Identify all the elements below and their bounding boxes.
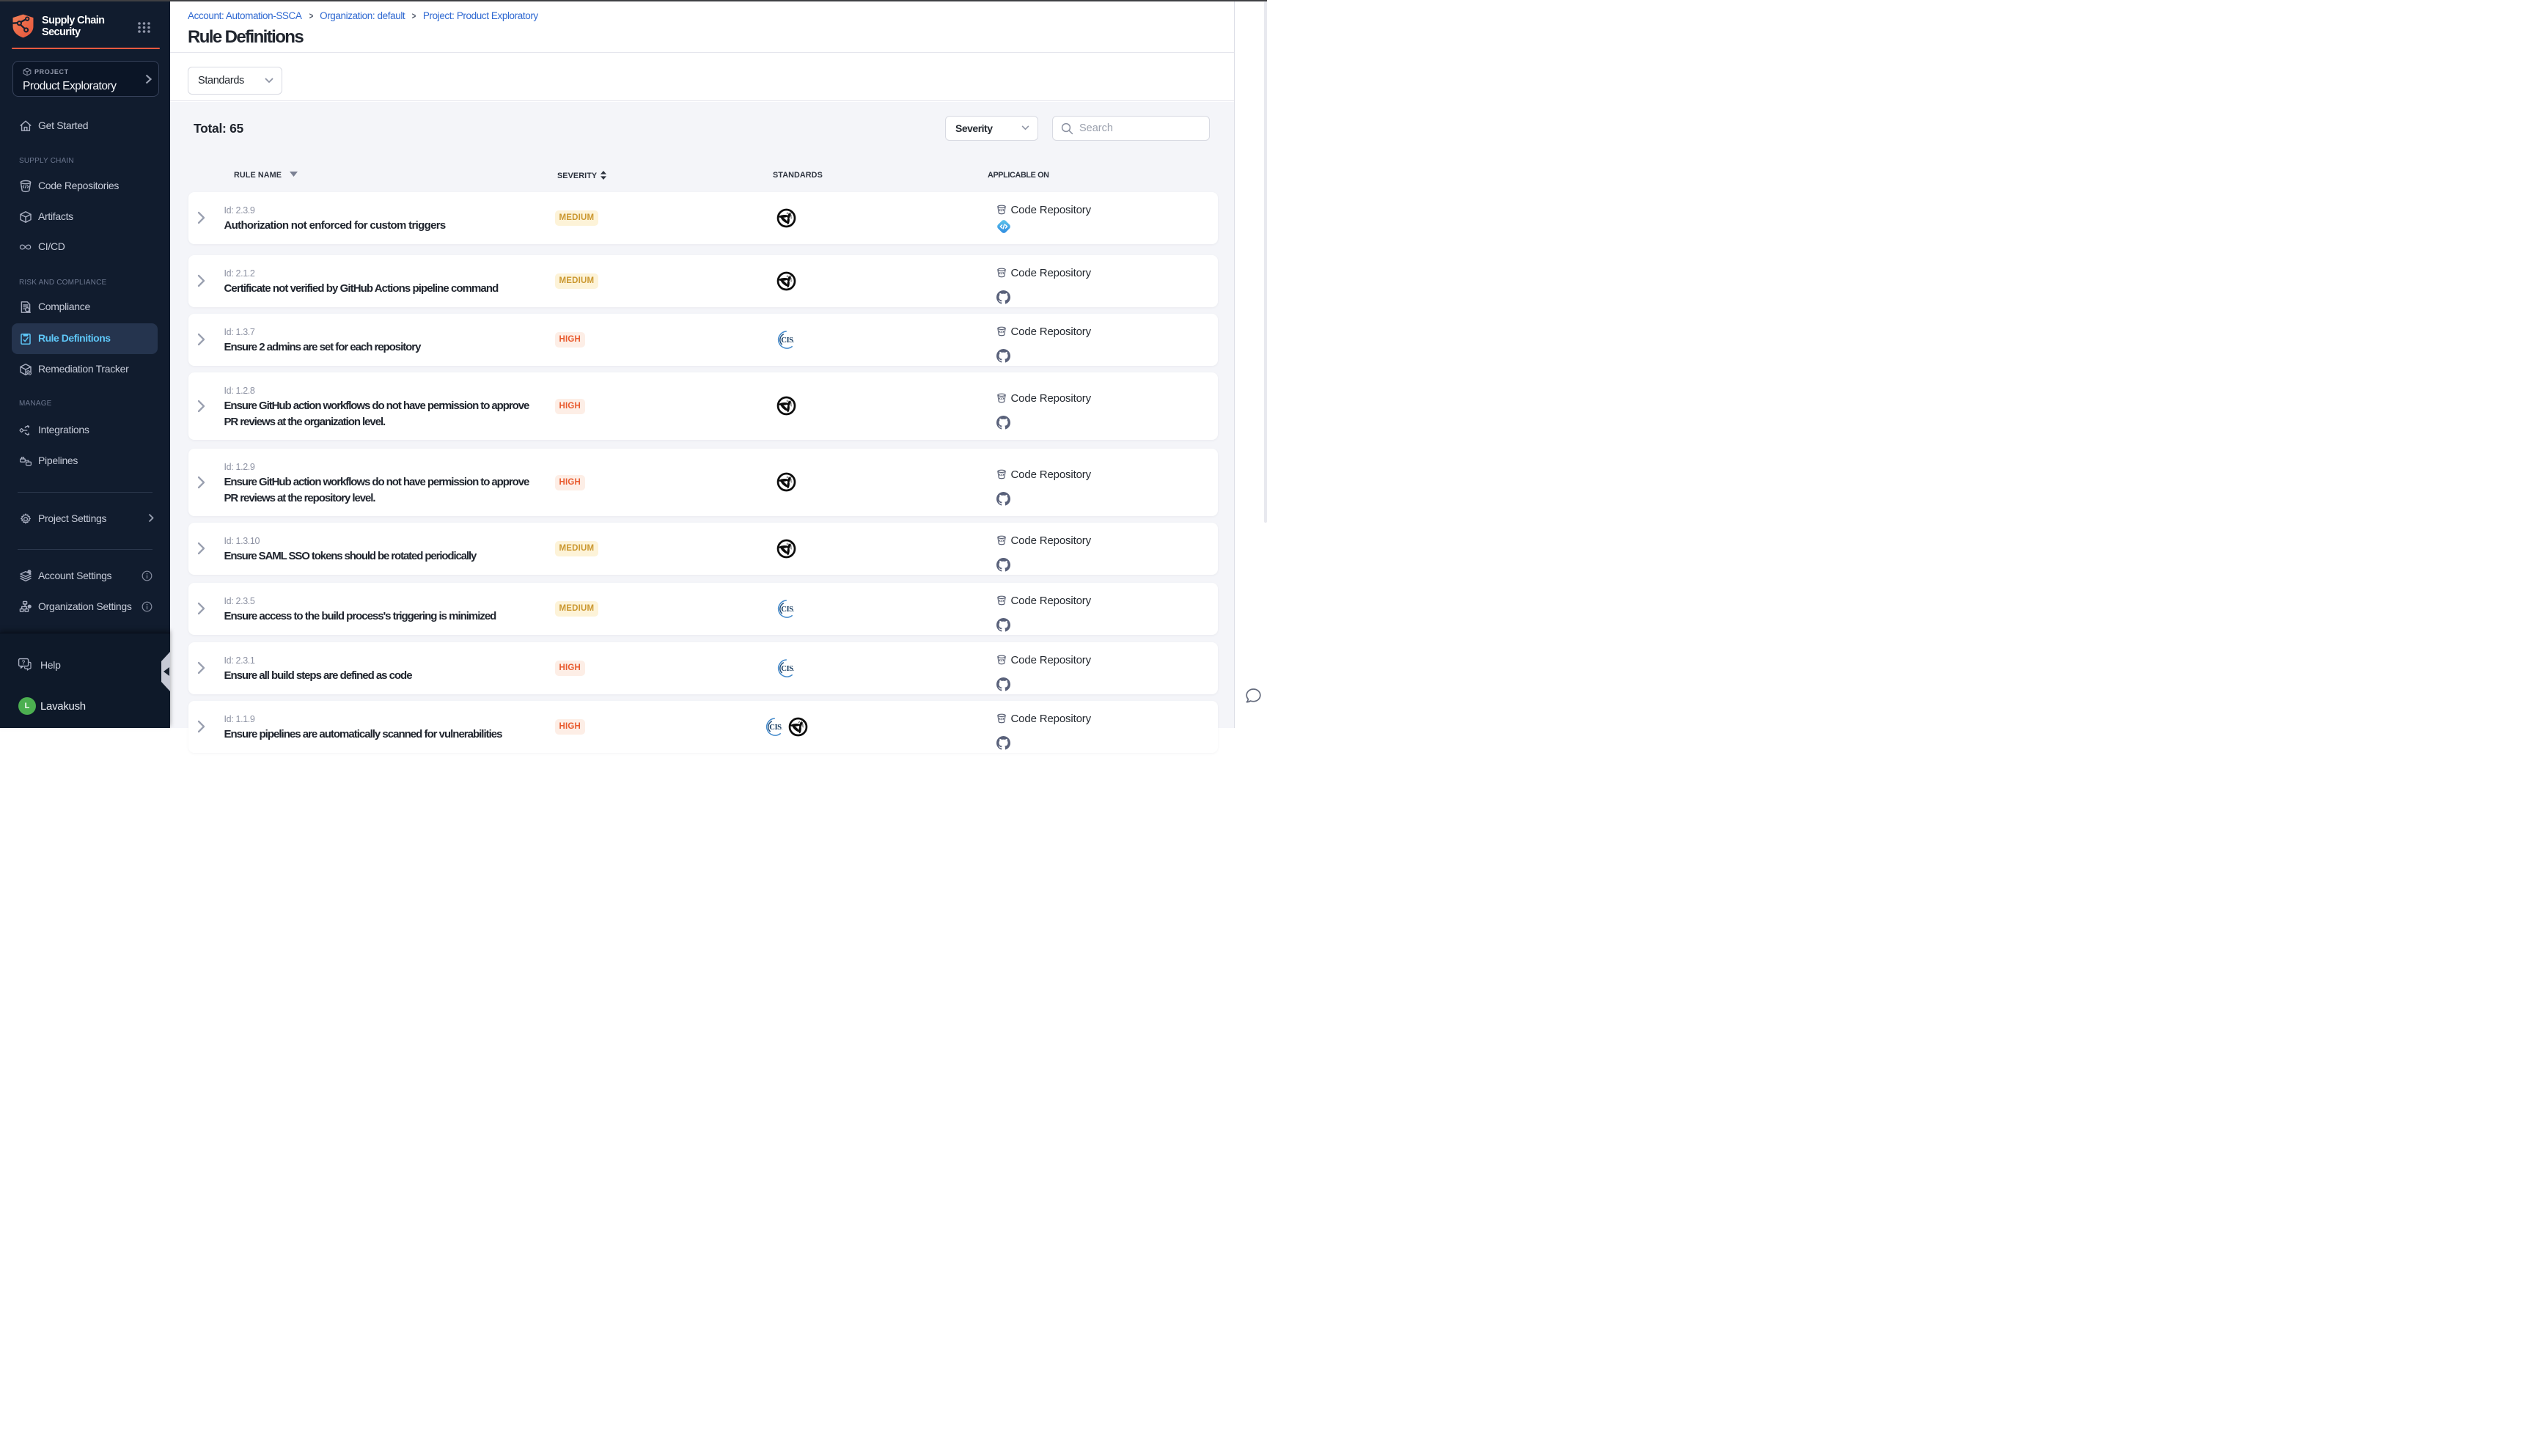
svg-text:CIS.: CIS. (781, 664, 794, 673)
svg-text:CIS.: CIS. (781, 336, 794, 345)
svg-text:CIS.: CIS. (769, 723, 782, 732)
svg-text:?: ? (22, 660, 26, 666)
svg-text:CIS.: CIS. (781, 605, 794, 614)
